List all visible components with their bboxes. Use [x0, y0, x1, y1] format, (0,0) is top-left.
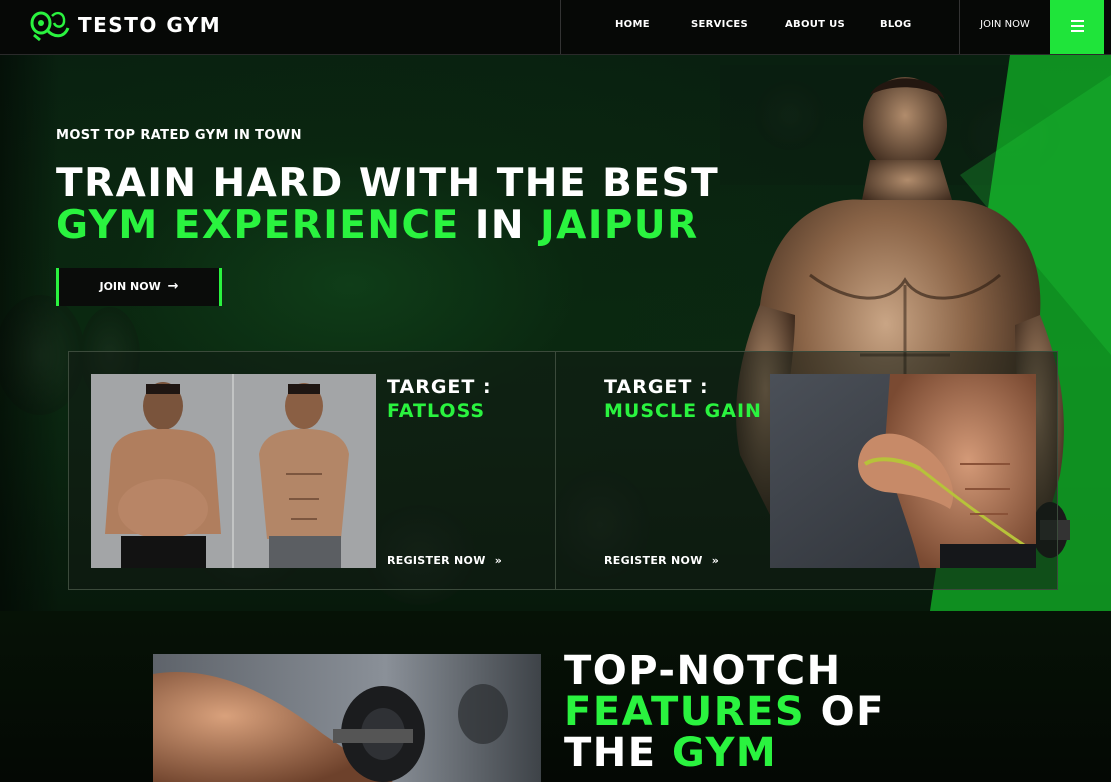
hero-join-now-button[interactable]: JOIN NOW → — [56, 268, 222, 306]
target-cards: TARGET : FATLOSS REGISTER NOW » TARGET :… — [68, 351, 1058, 590]
features-of: OF — [805, 689, 885, 735]
features-highlight: FEATURES — [564, 689, 806, 735]
card-fatloss-title: TARGET : FATLOSS — [387, 375, 492, 423]
fatloss-before-after-photo — [91, 374, 376, 568]
nav-services[interactable]: SERVICES — [691, 0, 748, 54]
nav-join-now-link[interactable]: JOIN NOW — [960, 0, 1050, 54]
before-after-image — [91, 374, 376, 568]
nav-home[interactable]: HOME — [615, 0, 650, 54]
arrow-right-icon: → — [167, 279, 179, 294]
features-title-line1: TOP-NOTCH — [564, 648, 842, 694]
features-section: TOP-NOTCH FEATURES OF THE GYM — [0, 611, 1111, 782]
cards-divider — [555, 352, 556, 589]
fatloss-register-label: REGISTER NOW — [387, 554, 486, 567]
hamburger-icon — [1071, 20, 1084, 22]
double-chevron-right-icon: » — [711, 554, 720, 567]
features-title-line3: THE GYM — [564, 733, 885, 774]
hamburger-icon-bar — [1071, 30, 1084, 32]
brand-logo[interactable]: TESTO GYM — [30, 8, 221, 42]
headline-highlight-jaipur: JAIPUR — [540, 203, 699, 248]
top-navbar: TESTO GYM HOME SERVICES ABOUT US BLOG JO… — [0, 0, 1111, 55]
dumbbell-curl-image — [153, 654, 541, 782]
muscle-measure-image — [770, 374, 1036, 568]
hero-tagline: MOST TOP RATED GYM IN TOWN — [56, 128, 302, 143]
card-muscle-prefix: TARGET : — [604, 376, 709, 398]
card-fatloss-prefix: TARGET : — [387, 376, 492, 398]
nav-divider — [560, 0, 561, 54]
double-chevron-right-icon: » — [494, 554, 503, 567]
headline-highlight-gym-experience: GYM EXPERIENCE — [56, 203, 460, 248]
features-gym-highlight: GYM — [672, 730, 778, 776]
menu-button[interactable] — [1050, 0, 1104, 54]
nav-about-us[interactable]: ABOUT US — [785, 0, 845, 54]
dumbbell-photo — [153, 654, 541, 782]
card-muscle-title: TARGET : MUSCLE GAIN — [604, 375, 762, 423]
hero-headline: TRAIN HARD WITH THE BEST GYM EXPERIENCE … — [56, 163, 719, 247]
features-the: THE — [564, 730, 673, 776]
dumbbell-gym-logo-icon — [30, 11, 70, 42]
muscle-register-now-link[interactable]: REGISTER NOW » — [604, 554, 719, 567]
features-title-line2: FEATURES OF — [564, 692, 885, 733]
nav-blog[interactable]: BLOG — [880, 0, 912, 54]
headline-in: IN — [459, 203, 541, 248]
features-title: TOP-NOTCH FEATURES OF THE GYM — [564, 651, 885, 774]
hamburger-icon-bar — [1071, 25, 1084, 27]
card-fatloss-highlight: FATLOSS — [387, 400, 486, 422]
hero-headline-line2: GYM EXPERIENCE IN JAIPUR — [56, 205, 719, 247]
card-muscle-highlight: MUSCLE GAIN — [604, 400, 762, 422]
fatloss-register-now-link[interactable]: REGISTER NOW » — [387, 554, 502, 567]
brand-name: TESTO GYM — [78, 13, 222, 37]
hero-headline-line1: TRAIN HARD WITH THE BEST — [56, 161, 720, 206]
hero-section: MOST TOP RATED GYM IN TOWN TRAIN HARD WI… — [0, 55, 1111, 611]
muscle-register-label: REGISTER NOW — [604, 554, 703, 567]
hero-join-now-label: JOIN NOW — [99, 280, 161, 293]
muscle-gain-photo — [770, 374, 1036, 568]
